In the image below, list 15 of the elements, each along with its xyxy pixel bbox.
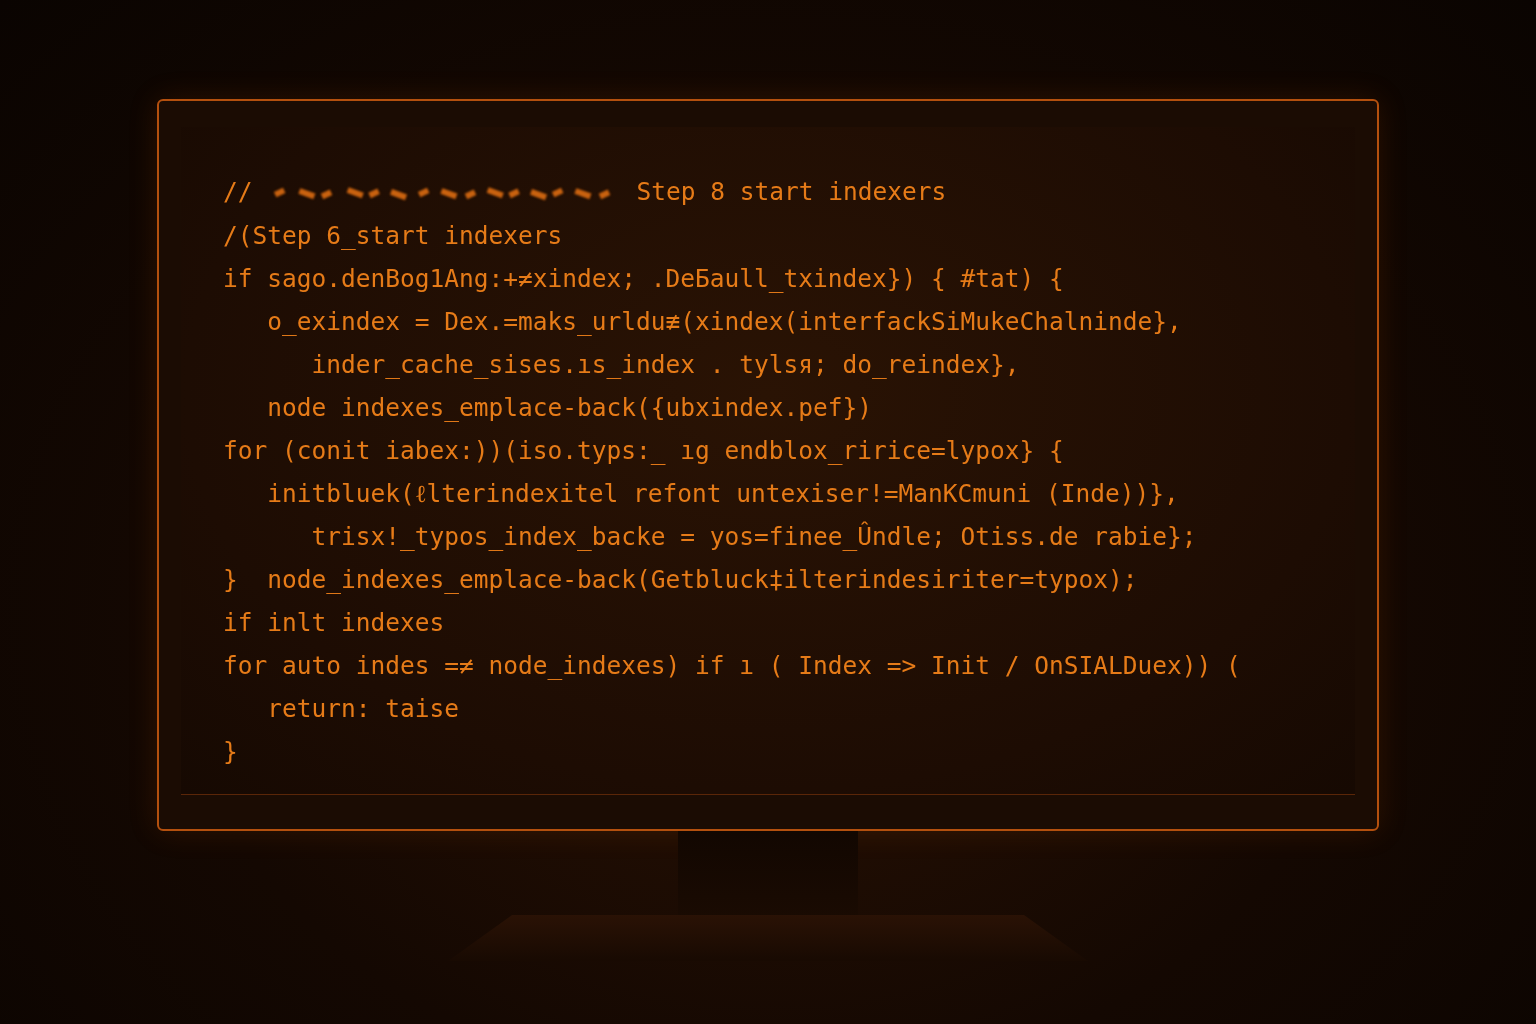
comment-slashes: // <box>223 176 253 209</box>
code-line: } <box>223 736 238 768</box>
code-line: o_exindex = Dex.=maks_urldu≢(xindex(interfackSiMukeChalninde}, <box>266 306 1182 338</box>
code-comment: Step 8 start indexers <box>636 176 947 209</box>
code-line: } node_indexes_emplace-back(Getbluck‡ilterindesiriter=typox); <box>223 564 1138 596</box>
code-line: /(Step 6_start indexers <box>223 220 563 252</box>
code-line: initbluek(ℓlterindexitel refont untexiser!=ManKCmuni (Inde))}, <box>266 478 1179 510</box>
code-line: for (conit iabex:))(iso.typs:_ ıg endblox_ririce=lypox} { <box>223 435 1064 467</box>
code-line: node indexes_emplace-back({ubxindex.pef}) <box>266 392 872 424</box>
code-line: if inlt indexes <box>223 607 445 639</box>
code-line: trisx!_typos_index_backe = yos=finee_Ûndle; Otiss.de rabie}; <box>310 520 1197 553</box>
code-line: for auto indes =≠ node_indexes) if ı ( Index => Init / OnSIALDuex)) ( <box>223 650 1241 682</box>
code-line: return: taise <box>266 693 459 725</box>
code-line: inder_cache_sises.ıs_index . tylsя; do_reindex}, <box>310 349 1020 381</box>
code-line: if sago.denBog1Ang:+≠xindex; .DeБaull_txindex}) { #tat) { <box>223 263 1064 295</box>
